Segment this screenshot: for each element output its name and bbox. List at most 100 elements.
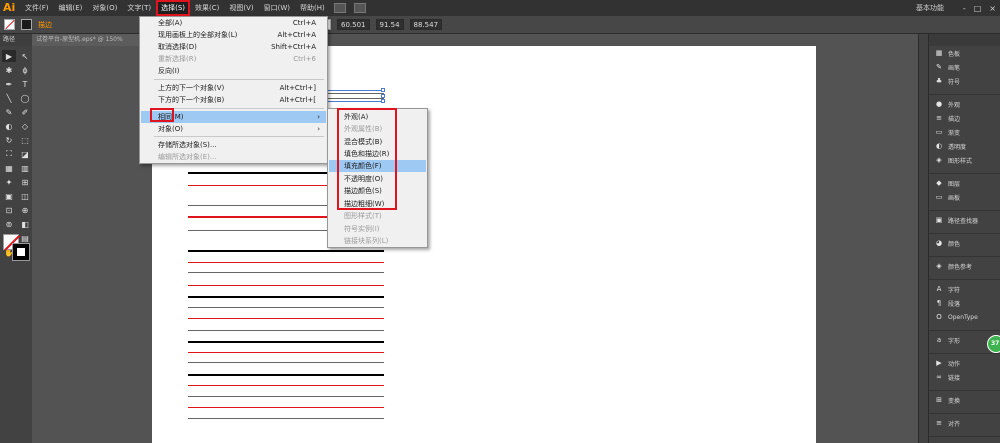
tool-icon[interactable]: ▥ — [18, 162, 32, 174]
dock-header[interactable] — [929, 34, 1000, 46]
dock-panel-item[interactable]: ▭ 画板 — [929, 190, 1000, 204]
dock-panel-item[interactable]: ▭ 渐变 — [929, 125, 1000, 139]
same-submenu-item[interactable]: 链接块系列(L) — [329, 235, 426, 247]
dock-panel-item[interactable]: ◆ 图层 — [929, 176, 1000, 190]
artwork-line[interactable] — [188, 341, 384, 343]
tool-icon[interactable]: ◐ — [2, 120, 16, 132]
tool-icon[interactable]: T — [18, 78, 32, 90]
select-menu-item[interactable]: 现用画板上的全部对象(L) Alt+Ctrl+A — [141, 29, 326, 41]
tool-icon[interactable]: ◫ — [18, 190, 32, 202]
artwork-line[interactable] — [188, 407, 384, 408]
tool-icon[interactable]: ◧ — [18, 218, 32, 230]
select-menu-item[interactable]: 重新选择(R) Ctrl+6 — [141, 53, 326, 65]
artwork-line[interactable] — [188, 318, 384, 319]
arrange-documents-icon[interactable] — [353, 3, 366, 13]
fill-swatch[interactable] — [4, 19, 15, 30]
same-submenu-item[interactable]: 图形样式(T) — [329, 210, 426, 222]
tool-icon[interactable]: ⊡ — [2, 204, 16, 216]
dock-panel-item[interactable]: ✎ 画笔 — [929, 60, 1000, 74]
tool-icon[interactable]: ✎ — [2, 106, 16, 118]
artwork-line[interactable] — [188, 330, 384, 331]
menu-object[interactable]: 对象(O) — [87, 0, 122, 16]
dock-panel-item[interactable]: ◈ 图形样式 — [929, 153, 1000, 167]
select-menu-item[interactable]: 编辑所选对象(E)... — [141, 151, 326, 163]
artwork-line[interactable] — [188, 385, 384, 386]
select-menu-item[interactable]: 取消选择(D) Shift+Ctrl+A — [141, 41, 326, 53]
tool-icon[interactable]: ◪ — [18, 148, 32, 160]
tool-icon[interactable]: ⛶ — [2, 148, 16, 160]
tool-icon[interactable]: ◯ — [18, 92, 32, 104]
dock-panel-item[interactable]: ¶ 段落 — [929, 296, 1000, 310]
tool-icon[interactable]: ✒ — [2, 78, 16, 90]
y-field[interactable]: 91.54 — [375, 19, 404, 30]
tool-icon[interactable]: ⊕ — [18, 204, 32, 216]
tool-icon[interactable]: ⬚ — [18, 134, 32, 146]
menu-type[interactable]: 文字(T) — [122, 0, 156, 16]
dock-panel-item[interactable]: ≡ 描边 — [929, 111, 1000, 125]
selection-handle[interactable] — [381, 88, 385, 92]
dock-panel-item[interactable]: ≡ 对齐 — [929, 416, 1000, 430]
selection-handle[interactable] — [381, 94, 385, 98]
tool-icon[interactable]: ✦ — [2, 176, 16, 188]
dock-panel-item[interactable]: ▦ 色板 — [929, 46, 1000, 60]
menu-effect[interactable]: 效果(C) — [190, 0, 224, 16]
stroke-black-icon[interactable] — [12, 243, 30, 261]
artwork-line[interactable] — [188, 307, 384, 308]
dock-panel-item[interactable]: ⊞ 变换 — [929, 393, 1000, 407]
menu-select[interactable]: 选择(S) — [156, 0, 191, 16]
dock-panel-item[interactable]: ● 外观 — [929, 97, 1000, 111]
artwork-line[interactable] — [188, 285, 384, 286]
menu-window[interactable]: 窗口(W) — [259, 0, 295, 16]
dock-panel-item[interactable]: A 字符 — [929, 282, 1000, 296]
x-field[interactable]: 60.501 — [337, 19, 370, 30]
bridge-icon[interactable] — [333, 3, 346, 13]
select-menu-item[interactable]: 存储所选对象(S)... — [141, 139, 326, 151]
document-tab[interactable]: 试卷平台-原型机.eps* @ 150% — [32, 34, 152, 46]
artwork-line[interactable] — [188, 250, 384, 252]
dock-panel-item[interactable]: ∞ 链接 — [929, 370, 1000, 384]
tool-icon[interactable]: ▣ — [2, 190, 16, 202]
tool-icon[interactable]: ✱ — [2, 64, 16, 76]
tool-icon[interactable]: ϕ — [18, 64, 32, 76]
menu-view[interactable]: 视图(V) — [224, 0, 258, 16]
stroke-swatch[interactable] — [21, 19, 32, 30]
artwork-line[interactable] — [188, 374, 384, 376]
close-icon[interactable]: × — [989, 4, 996, 13]
maximize-icon[interactable]: □ — [974, 4, 982, 13]
menu-help[interactable]: 帮助(H) — [295, 0, 330, 16]
menu-edit[interactable]: 编辑(E) — [54, 0, 88, 16]
tool-icon[interactable]: ⊞ — [18, 176, 32, 188]
dock-collapse-strip[interactable] — [918, 34, 928, 443]
artwork-line[interactable] — [188, 262, 384, 263]
w-field[interactable]: 88.547 — [409, 19, 443, 30]
tool-icon[interactable]: ↖ — [18, 50, 32, 62]
notification-badge[interactable]: 37 — [987, 335, 1000, 353]
menu-file[interactable]: 文件(F) — [20, 0, 54, 16]
fill-stroke-widget[interactable] — [3, 234, 30, 261]
dock-panel-item[interactable]: ◐ 透明度 — [929, 139, 1000, 153]
artwork-line[interactable] — [188, 296, 384, 298]
select-menu-item[interactable]: 全部(A) Ctrl+A — [141, 17, 326, 29]
artwork-line[interactable] — [188, 418, 384, 419]
select-menu-item[interactable]: 对象(O) › — [141, 123, 326, 135]
artwork-line[interactable] — [188, 396, 384, 397]
dock-panel-item[interactable]: O OpenType — [929, 310, 1000, 324]
tool-icon[interactable]: ↻ — [2, 134, 16, 146]
selection-handle[interactable] — [381, 99, 385, 103]
tool-icon[interactable]: ⊚ — [2, 218, 16, 230]
dock-panel-item[interactable]: ♣ 符号 — [929, 74, 1000, 88]
tool-icon[interactable]: ▶ — [2, 50, 16, 62]
tool-icon[interactable]: ╲ — [2, 92, 16, 104]
tool-icon[interactable]: ◇ — [18, 120, 32, 132]
select-menu-item[interactable]: 反向(I) — [141, 65, 326, 77]
dock-panel-item[interactable]: ◈ 颜色参考 — [929, 259, 1000, 273]
dock-panel-item[interactable]: ▣ 路径查找器 — [929, 213, 1000, 227]
artwork-line[interactable] — [188, 362, 384, 363]
select-menu-item[interactable]: 下方的下一个对象(B) Alt+Ctrl+[ — [141, 94, 326, 106]
tool-icon[interactable]: ▦ — [2, 162, 16, 174]
workspace-switcher[interactable]: 基本功能 — [916, 0, 944, 16]
tool-icon[interactable]: ✐ — [18, 106, 32, 118]
minimize-icon[interactable]: - — [963, 4, 966, 13]
stroke-label[interactable]: 描边 — [38, 20, 52, 30]
artwork-line[interactable] — [188, 352, 384, 353]
